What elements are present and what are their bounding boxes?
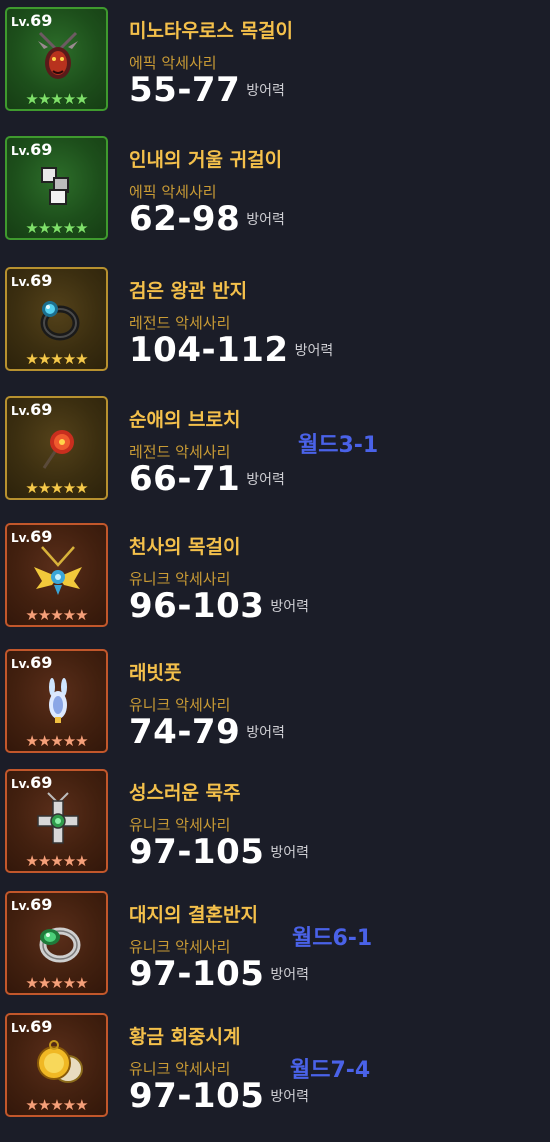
defense-value: 96-103 방어력 xyxy=(129,586,310,626)
item-name: 인내의 거울 귀걸이 xyxy=(129,149,283,171)
rose-brooch-icon xyxy=(42,430,74,469)
defense-value: 62-98 방어력 xyxy=(129,199,285,239)
defense-value: 55-77 방어력 xyxy=(129,70,285,110)
star-rating: ★★★★★ xyxy=(25,90,88,108)
item-row[interactable]: Lv.69 ★★★★★ 성스러운 묵주 유니크 악세사리 97-105 방어력 xyxy=(0,762,550,888)
defense-unit: 방어력 xyxy=(246,725,285,741)
item-card[interactable]: Lv.69 ★★★★★ xyxy=(5,891,108,995)
star-rating: ★★★★★ xyxy=(25,852,88,870)
defense-unit: 방어력 xyxy=(246,212,285,228)
item-row[interactable]: Lv.69 ★★★★★ 인내의 거울 귀걸이 에픽 악세사리 62-98 방어력 xyxy=(0,129,550,255)
defense-unit: 방어력 xyxy=(294,343,334,359)
item-name: 래빗풋 xyxy=(129,662,182,684)
item-row[interactable]: Lv.69 ★★★★★ 황금 회중시계 유니크 악세사리 97-105 방어력 월… xyxy=(0,1006,550,1132)
defense-value: 97-105 방어력 xyxy=(129,832,310,872)
item-row[interactable]: Lv.69 ★★★★★ 미노타우로스 목걸이 에픽 악세사리 55-77 방어력 xyxy=(0,0,550,126)
star-rating: ★★★★★ xyxy=(25,606,88,624)
star-rating: ★★★★★ xyxy=(25,479,88,497)
item-card[interactable]: Lv.69 ★★★★★ xyxy=(5,1013,108,1117)
star-rating: ★★★★★ xyxy=(25,974,88,992)
world-label: 월드6-1 xyxy=(292,926,373,951)
world-label: 월드3-1 xyxy=(298,433,379,458)
defense-unit: 방어력 xyxy=(270,845,310,861)
black-ring-icon xyxy=(40,301,80,341)
item-name: 성스러운 묵주 xyxy=(129,782,241,804)
item-card[interactable]: Lv.69 ★★★★★ xyxy=(5,769,108,873)
item-name: 검은 왕관 반지 xyxy=(129,280,248,302)
item-name: 미노타우로스 목걸이 xyxy=(129,20,293,42)
item-row[interactable]: Lv.69 ★★★★★ 검은 왕관 반지 레전드 악세사리 104-112 방어력 xyxy=(0,260,550,386)
defense-unit: 방어력 xyxy=(270,1089,310,1105)
star-rating: ★★★★★ xyxy=(25,1096,88,1114)
pocket-watch-icon xyxy=(37,1040,83,1083)
item-row[interactable]: Lv.69 ★★★★★ 천사의 목걸이 유니크 악세사리 96-103 방어력 xyxy=(0,516,550,642)
item-name: 황금 회중시계 xyxy=(129,1026,241,1048)
item-card[interactable]: Lv.69 ★★★★★ xyxy=(5,7,108,111)
item-row[interactable]: Lv.69 ★★★★★ 순애의 브로치 레전드 악세사리 66-71 방어력 월드… xyxy=(0,389,550,515)
star-rating: ★★★★★ xyxy=(25,219,88,237)
item-card[interactable]: Lv.69 ★★★★★ xyxy=(5,396,108,500)
defense-unit: 방어력 xyxy=(270,599,310,615)
item-name: 대지의 결혼반지 xyxy=(129,904,258,926)
minotaur-necklace-icon xyxy=(38,31,78,79)
rosary-icon xyxy=(37,792,79,844)
defense-value: 97-105 방어력 xyxy=(129,1076,310,1116)
defense-value: 74-79 방어력 xyxy=(129,712,285,752)
item-name: 순애의 브로치 xyxy=(129,409,241,431)
item-name: 천사의 목걸이 xyxy=(129,536,241,558)
item-row[interactable]: Lv.69 ★★★★★ 래빗풋 유니크 악세사리 74-79 방어력 xyxy=(0,642,550,768)
item-card[interactable]: Lv.69 ★★★★★ xyxy=(5,523,108,627)
star-rating: ★★★★★ xyxy=(25,732,88,750)
mirror-earring-icon xyxy=(41,167,69,205)
item-card[interactable]: Lv.69 ★★★★★ xyxy=(5,267,108,371)
defense-unit: 방어력 xyxy=(270,967,310,983)
defense-unit: 방어력 xyxy=(246,83,285,99)
item-card[interactable]: Lv.69 ★★★★★ xyxy=(5,649,108,753)
defense-value: 97-105 방어력 xyxy=(129,954,310,994)
defense-unit: 방어력 xyxy=(246,472,285,488)
defense-value: 66-71 방어력 xyxy=(129,459,285,499)
world-label: 월드7-4 xyxy=(290,1058,371,1083)
rabbit-foot-icon xyxy=(49,678,67,723)
item-card[interactable]: Lv.69 ★★★★★ xyxy=(5,136,108,240)
defense-value: 104-112 방어력 xyxy=(129,330,334,370)
star-rating: ★★★★★ xyxy=(25,350,88,368)
angel-necklace-icon xyxy=(34,546,82,595)
earth-ring-icon xyxy=(39,927,81,963)
item-row[interactable]: Lv.69 ★★★★★ 대지의 결혼반지 유니크 악세사리 97-105 방어력 … xyxy=(0,884,550,1010)
